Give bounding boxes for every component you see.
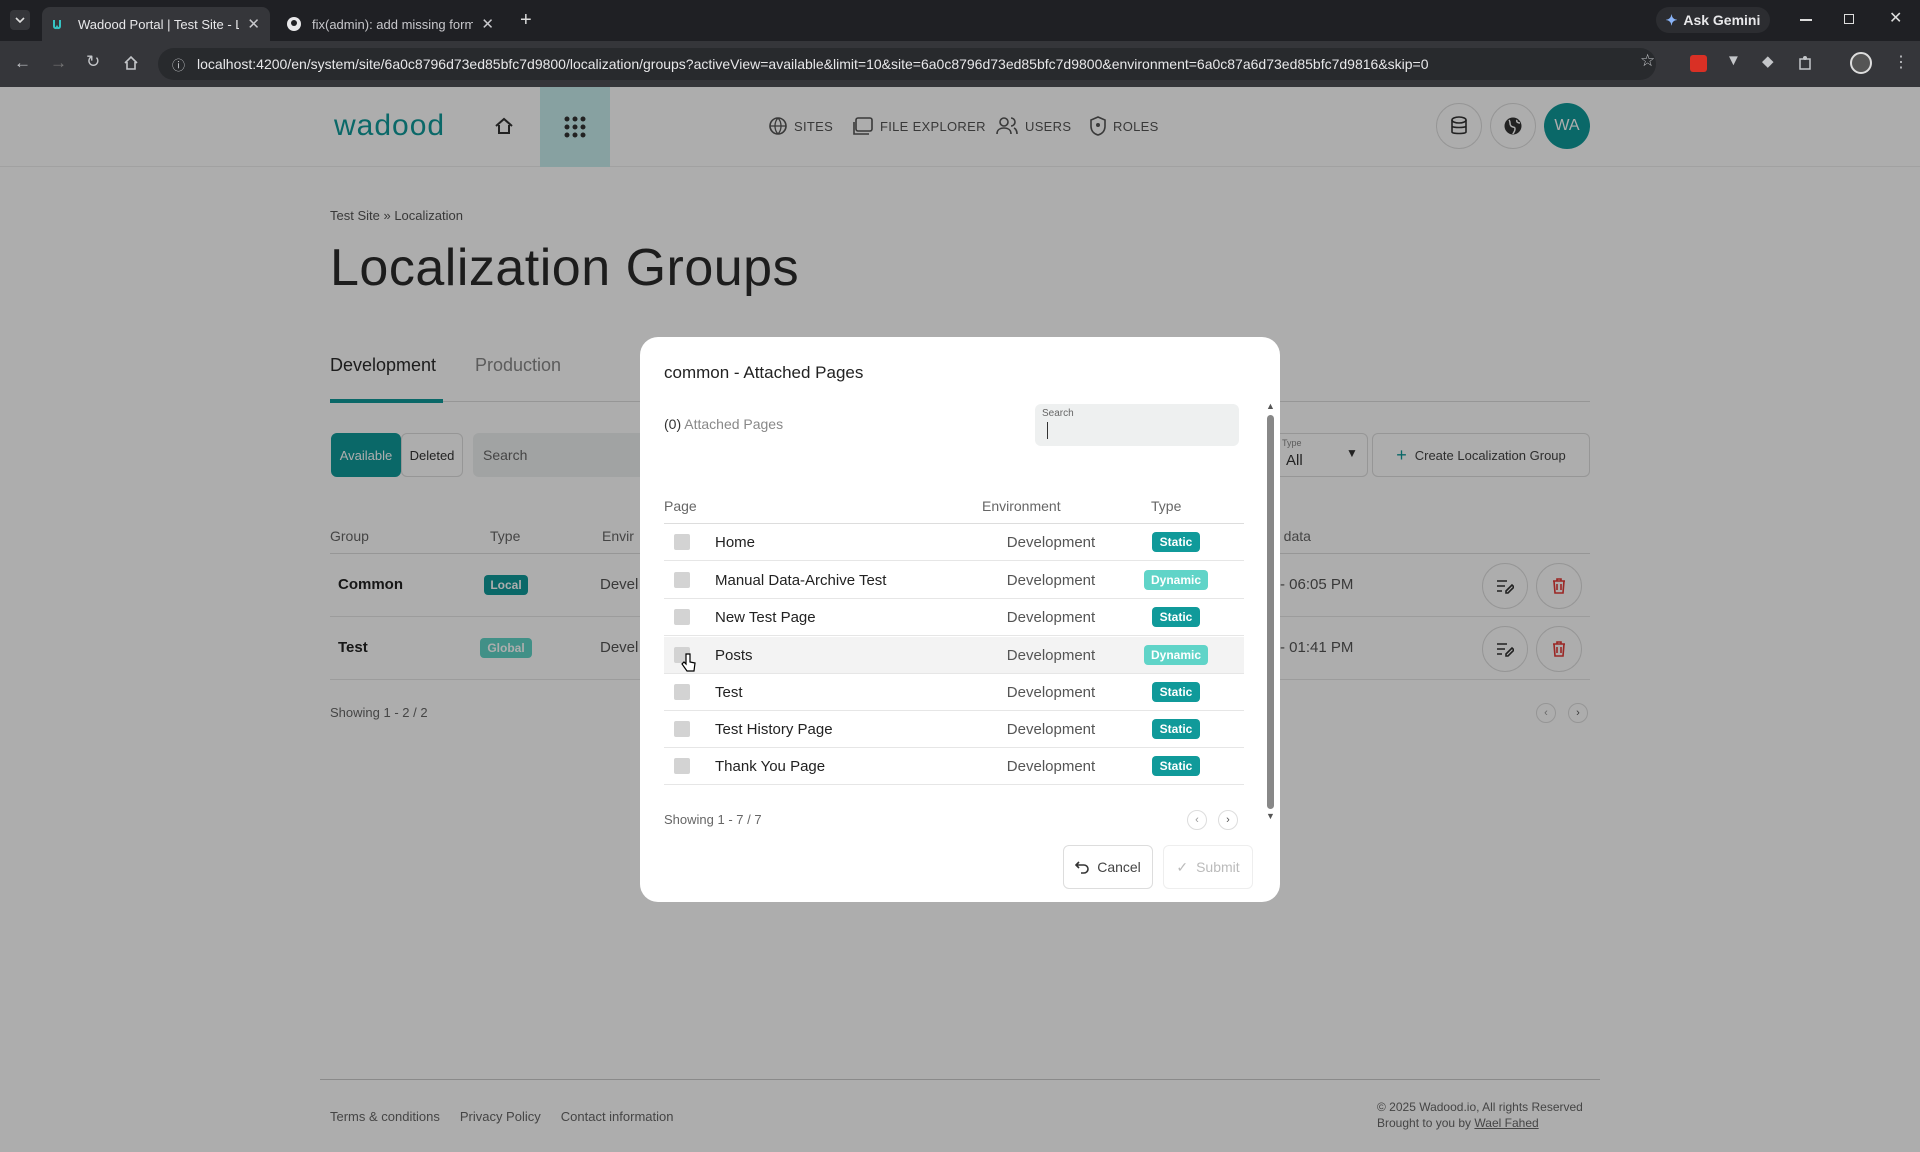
scroll-up-icon[interactable]: ▲ [1266, 401, 1275, 411]
page-env: Development [1006, 757, 1096, 775]
wadood-favicon-icon [52, 16, 68, 32]
scrollbar-thumb[interactable] [1267, 415, 1274, 809]
page-env: Development [1006, 571, 1096, 589]
type-badge: Dynamic [1144, 645, 1208, 665]
page-env: Development [1006, 683, 1096, 701]
url-text: localhost:4200/en/system/site/6a0c8796d7… [197, 56, 1429, 72]
page-name: Test History Page [715, 720, 833, 738]
check-icon: ✓ [1176, 858, 1189, 875]
mouse-cursor-icon [681, 653, 697, 673]
type-badge: Dynamic [1144, 570, 1208, 590]
list-item[interactable]: Home Development Static [664, 524, 1244, 561]
modal-scrollbar[interactable]: ▲ ▼ [1265, 401, 1275, 825]
attached-count-label: Attached Pages [684, 416, 784, 432]
profile-icon[interactable] [1850, 52, 1872, 74]
minimize-icon[interactable] [1800, 19, 1812, 21]
extensions-puzzle-icon[interactable] [1798, 55, 1814, 71]
type-badge: Static [1152, 719, 1200, 739]
forward-icon[interactable]: → [50, 53, 67, 73]
close-tab-icon[interactable]: ✕ [247, 15, 260, 33]
row-checkbox[interactable] [674, 684, 690, 700]
type-badge: Static [1152, 682, 1200, 702]
modal-title: common - Attached Pages [664, 363, 864, 382]
reload-icon[interactable]: ↻ [86, 52, 100, 72]
page-env: Development [1006, 720, 1096, 738]
page-env: Development [1006, 533, 1096, 551]
list-item[interactable]: Manual Data-Archive Test Development Dyn… [664, 562, 1244, 599]
browser-tab[interactable]: fix(admin): add missing form.va ✕ [276, 7, 504, 41]
type-badge: Static [1152, 756, 1200, 776]
extension-v-icon[interactable]: ▼ [1726, 52, 1741, 69]
page-name: Posts [715, 646, 753, 664]
undo-icon [1075, 861, 1089, 874]
cancel-button[interactable]: Cancel [1063, 845, 1153, 889]
tab-title: fix(admin): add missing form.va [312, 16, 474, 32]
scroll-down-icon[interactable]: ▼ [1266, 811, 1275, 821]
col-page: Page [664, 498, 697, 514]
list-item[interactable]: Thank You Page Development Static [664, 748, 1244, 785]
browser-menu-icon[interactable]: ⋮ [1893, 52, 1909, 72]
row-checkbox[interactable] [674, 758, 690, 774]
page-env: Development [1006, 608, 1096, 626]
bookmark-star-icon[interactable]: ☆ [1640, 51, 1655, 71]
page-name: New Test Page [715, 608, 816, 626]
text-cursor [1047, 422, 1048, 439]
browser-tab-active[interactable]: Wadood Portal | Test Site - Loca ✕ [42, 7, 270, 41]
tab-title: Wadood Portal | Test Site - Loca [78, 16, 240, 32]
row-checkbox[interactable] [674, 534, 690, 550]
cancel-label: Cancel [1097, 859, 1141, 875]
row-checkbox[interactable] [674, 572, 690, 588]
close-window-icon[interactable]: ✕ [1889, 8, 1902, 28]
modal-next-page-icon[interactable]: › [1218, 810, 1238, 830]
extension-tag-icon[interactable]: ◆ [1762, 52, 1774, 70]
modal-search-label: Search [1042, 408, 1074, 419]
modal-prev-page-icon[interactable]: ‹ [1187, 810, 1207, 830]
type-badge: Static [1152, 532, 1200, 552]
page-name: Manual Data-Archive Test [715, 571, 887, 589]
gemini-spark-icon: ✦ [1665, 11, 1678, 28]
ask-gemini-button[interactable]: ✦ Ask Gemini [1656, 7, 1770, 33]
col-page-type: Type [1151, 498, 1182, 514]
close-tab-icon[interactable]: ✕ [481, 15, 494, 33]
submit-label: Submit [1196, 859, 1240, 875]
gemini-label: Ask Gemini [1683, 12, 1761, 28]
attached-count-number: (0) [664, 416, 682, 432]
new-tab-icon[interactable]: + [520, 9, 532, 32]
site-info-icon[interactable]: ⓘ [172, 55, 185, 74]
list-item[interactable]: Posts Development Dynamic [664, 637, 1244, 674]
modal-search-input[interactable]: Search [1035, 404, 1239, 446]
attached-count: (0) Attached Pages [664, 416, 783, 432]
row-checkbox[interactable] [674, 721, 690, 737]
page-name: Thank You Page [715, 757, 826, 775]
back-icon[interactable]: ← [14, 53, 31, 73]
address-bar[interactable]: ⓘ localhost:4200/en/system/site/6a0c8796… [158, 48, 1656, 80]
submit-button[interactable]: ✓ Submit [1163, 845, 1253, 889]
tab-search-icon[interactable] [10, 10, 30, 30]
github-favicon-icon [286, 16, 302, 32]
page-name: Home [715, 533, 756, 551]
attached-pages-modal: common - Attached Pages (0) Attached Pag… [640, 337, 1280, 902]
restore-icon[interactable] [1844, 14, 1854, 24]
page-name: Test [715, 683, 743, 701]
list-item[interactable]: New Test Page Development Static [664, 599, 1244, 636]
type-badge: Static [1152, 607, 1200, 627]
row-checkbox[interactable] [674, 609, 690, 625]
list-item[interactable]: Test Development Static [664, 674, 1244, 711]
page-env: Development [1006, 646, 1096, 664]
modal-showing-text: Showing 1 - 7 / 7 [664, 812, 762, 827]
list-item[interactable]: Test History Page Development Static [664, 711, 1244, 748]
col-environment: Environment [982, 498, 1061, 514]
extension-icon[interactable] [1690, 55, 1707, 72]
home-browser-icon[interactable] [123, 55, 139, 71]
